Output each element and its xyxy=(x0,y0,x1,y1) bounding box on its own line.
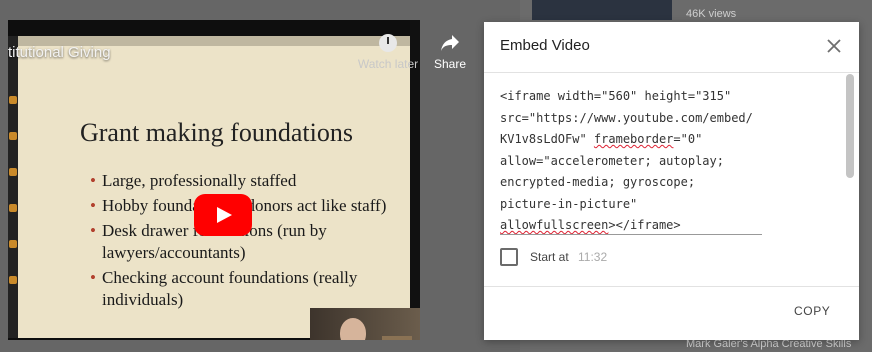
textarea-underline xyxy=(500,234,762,235)
related-video-thumbnail[interactable] xyxy=(532,0,672,20)
presentation-slide: Grant making foundations Large, professi… xyxy=(8,36,410,338)
clock-icon xyxy=(379,34,397,52)
code-line: ></iframe> xyxy=(608,218,681,232)
footer-divider xyxy=(484,286,859,287)
close-icon[interactable] xyxy=(824,36,844,56)
slide-bullet: Checking account foundations (really ind… xyxy=(90,267,390,311)
code-line: allow="accelerometer; autoplay; xyxy=(500,153,724,168)
dialog-header: Embed Video xyxy=(484,22,859,72)
header-divider xyxy=(484,72,859,73)
video-title[interactable]: titutional Giving xyxy=(8,44,111,61)
code-line: KV1v8sLdOFw" xyxy=(500,132,594,146)
dialog-scrollbar[interactable] xyxy=(846,74,854,284)
slide-bullet: Large, professionally staffed xyxy=(90,170,390,192)
embed-code-textarea[interactable]: <iframe width="560" height="315" src="ht… xyxy=(500,86,762,237)
start-at-time[interactable]: 11:32 xyxy=(578,250,607,264)
start-at-checkbox[interactable] xyxy=(500,248,518,266)
start-at-label: Start at xyxy=(530,250,569,264)
code-line: src="https://www.youtube.com/embed/ xyxy=(500,110,753,125)
code-line: encrypted-media; gyroscope; xyxy=(500,175,696,189)
share-label: Share xyxy=(433,57,467,71)
code-line: picture-in-picture" xyxy=(500,196,638,211)
code-line: <iframe width="560" height="315" xyxy=(500,89,732,103)
watch-later-label: Watch later xyxy=(357,57,419,71)
play-button[interactable] xyxy=(194,194,252,236)
share-button[interactable]: Share xyxy=(428,34,472,71)
slide-bullet-list: Large, professionally staffed Hobby foun… xyxy=(90,170,390,314)
related-video-views: 46K views xyxy=(686,8,737,20)
embed-video-dialog: Embed Video <iframe width="560" height="… xyxy=(484,22,859,340)
scrollbar-thumb[interactable] xyxy=(846,74,854,178)
copy-button[interactable]: COPY xyxy=(794,304,830,318)
watch-later-button[interactable]: Watch later xyxy=(352,34,424,71)
webcam-overlay xyxy=(310,308,420,340)
share-arrow-icon xyxy=(441,35,459,51)
code-spellcheck-word: allowfullscreen xyxy=(500,218,609,232)
slide-heading: Grant making foundations xyxy=(80,118,353,147)
code-fragment: ="0" xyxy=(673,132,703,146)
dialog-title: Embed Video xyxy=(500,37,590,54)
dock-icons xyxy=(8,96,18,312)
code-spellcheck-word: frameborder xyxy=(593,132,674,146)
